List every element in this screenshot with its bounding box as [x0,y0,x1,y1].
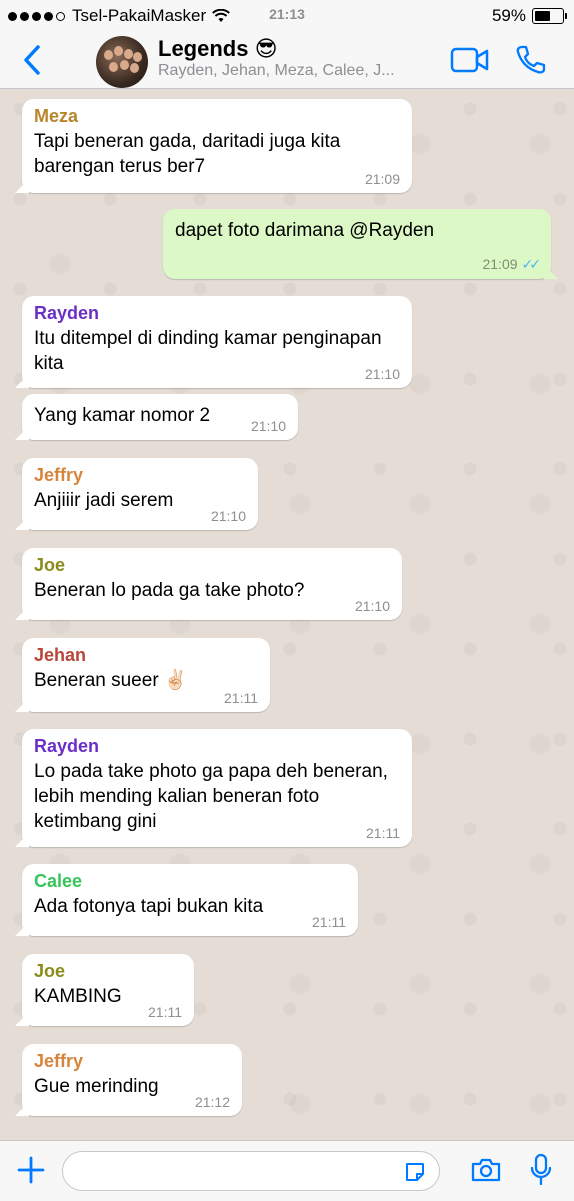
message-text: Lo pada take photo ga papa deh beneran, … [34,761,388,832]
message-time: 21:11 [148,1004,182,1020]
message-bubble[interactable]: Calee Ada fotonya tapi bukan kita 21:11 [22,864,358,936]
chat-header: Legends 😎 Rayden, Jehan, Meza, Calee, J.… [0,32,574,89]
message-time: 21:10 [354,598,390,614]
back-chevron-icon[interactable] [20,44,46,76]
message-time: 21:09 ✓✓ [482,256,542,272]
sender-name: Rayden [34,736,100,756]
message-time: 21:11 [312,914,346,930]
sender-name: Calee [34,871,83,891]
message-bubble[interactable]: Rayden Itu ditempel di dinding kamar pen… [22,296,412,388]
chat-area[interactable]: Meza Tapi beneran gada, daritadi juga ki… [0,89,574,1140]
message-text: Itu ditempel di dinding kamar penginapan… [34,328,382,374]
group-members[interactable]: Rayden, Jehan, Meza, Calee, J... [158,62,426,80]
message-bubble[interactable]: Joe KAMBING 21:11 [22,954,194,1026]
battery-percent: 59% [491,6,526,25]
message-time: 21:09 [364,171,400,187]
battery-icon [532,8,567,24]
read-ticks-icon: ✓✓ [521,256,542,272]
plus-icon[interactable] [16,1155,46,1185]
message-time: 21:10 [364,366,400,382]
sender-name: Rayden [34,303,100,323]
message-time: 21:10 [250,418,286,434]
message-time: 21:12 [194,1094,230,1110]
sender-name: Jeffry [34,465,84,485]
message-time: 21:11 [366,825,400,841]
camera-icon[interactable] [470,1157,502,1183]
message-bubble[interactable]: Jeffry Gue merinding 21:12 [22,1044,242,1116]
group-avatar[interactable] [96,36,148,88]
message-time: 21:11 [224,690,258,706]
message-bubble-outgoing[interactable]: dapet foto darimana @Rayden 21:09 ✓✓ [163,209,551,279]
message-bubble[interactable]: Yang kamar nomor 2 21:10 [22,394,298,440]
message-text: Ada fotonya tapi bukan kita [34,896,264,917]
group-title[interactable]: Legends 😎 [158,36,278,62]
status-time: 21:13 [269,6,305,22]
sender-name: Joe [34,961,66,981]
message-input[interactable] [62,1151,440,1191]
message-bubble[interactable]: Jehan Beneran sueer ✌🏻 21:11 [22,638,270,712]
message-text: Beneran lo pada ga take photo? [34,580,305,601]
message-text: Tapi beneran gada, daritadi juga kita ba… [34,131,341,177]
message-time: 21:10 [210,508,246,524]
message-text: Yang kamar nomor 2 [34,405,211,426]
message-bubble[interactable]: Rayden Lo pada take photo ga papa deh be… [22,729,412,847]
phone-call-icon[interactable] [514,44,546,76]
message-text: dapet foto darimana @Rayden [175,220,435,241]
sender-name: Joe [34,555,66,575]
message-bubble[interactable]: Meza Tapi beneran gada, daritadi juga ki… [22,99,412,193]
mic-icon[interactable] [530,1153,552,1187]
sender-name: Jeffry [34,1051,84,1071]
input-bar [0,1140,574,1201]
message-bubble[interactable]: Joe Beneran lo pada ga take photo? 21:10 [22,548,402,620]
sticker-icon[interactable] [403,1160,427,1184]
video-call-icon[interactable] [450,46,490,74]
sender-name: Meza [34,106,79,126]
status-bar: Tsel-PakaiMasker 21:13 59% [0,0,574,32]
message-bubble[interactable]: Jeffry Anjiiir jadi serem 21:10 [22,458,258,530]
sender-name: Jehan [34,645,87,665]
